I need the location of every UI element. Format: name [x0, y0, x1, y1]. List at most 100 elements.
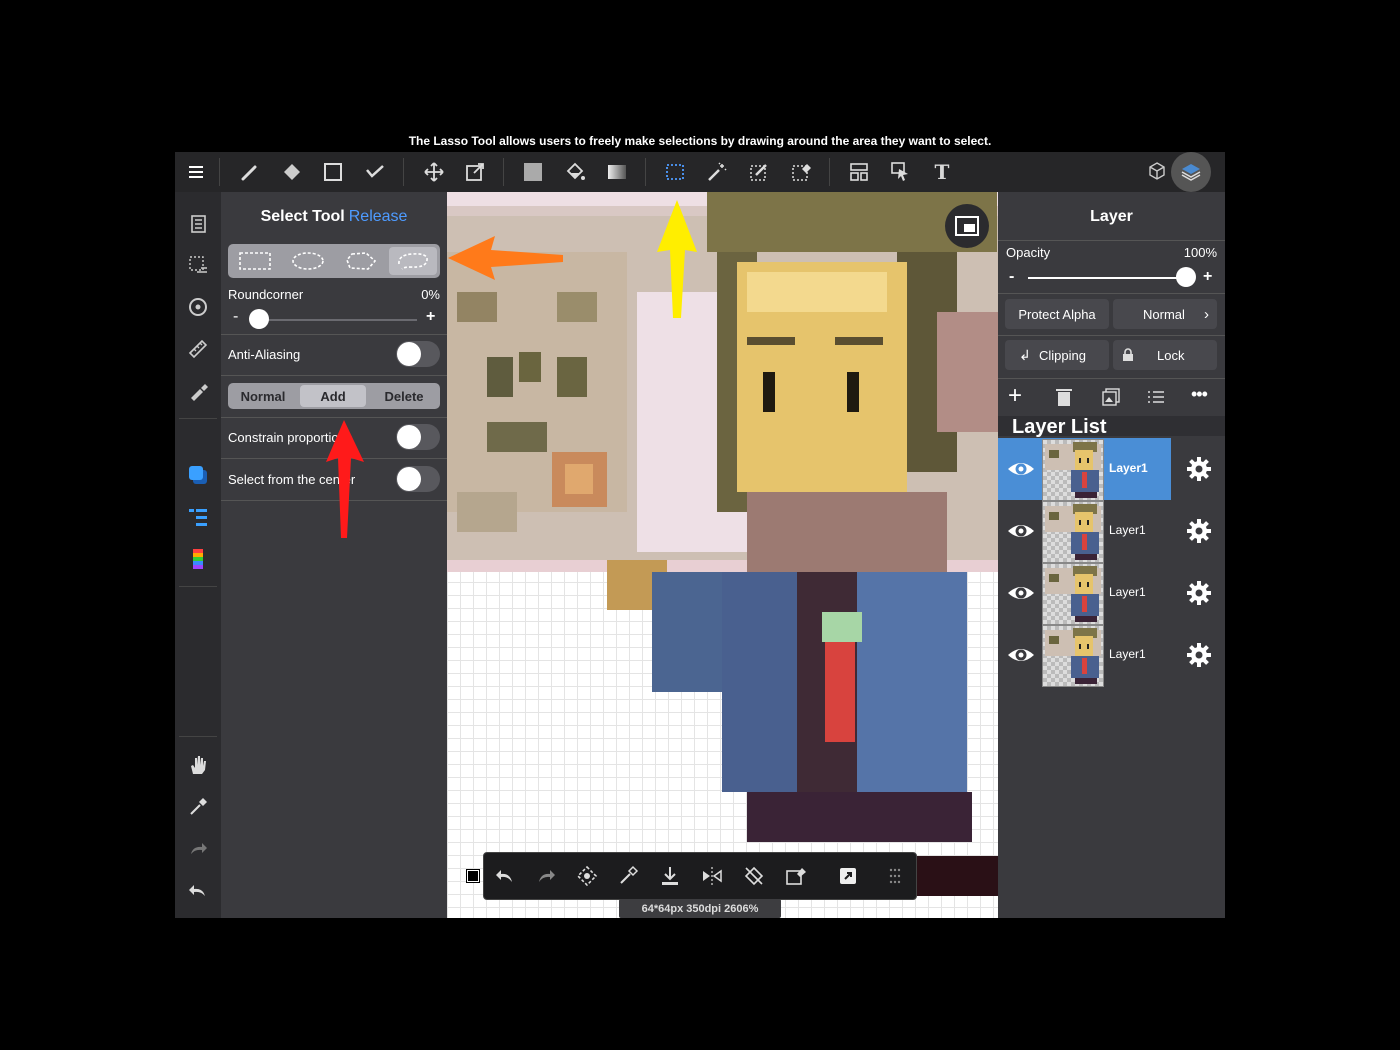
selection-layer-icon[interactable] [183, 250, 213, 280]
roundcorner-slider-knob[interactable] [249, 309, 269, 329]
protect-alpha-button[interactable]: Protect Alpha [1005, 299, 1109, 329]
release-button[interactable]: Release [349, 208, 408, 225]
layer-thumbnail[interactable] [1042, 625, 1104, 687]
layer-list-icon[interactable] [183, 208, 213, 238]
current-color-swatch[interactable] [466, 869, 480, 883]
clipping-button[interactable]: ↲ Clipping [1005, 340, 1109, 370]
mode-add-button[interactable]: Add [300, 385, 366, 407]
roundcorner-plus-button[interactable]: + [426, 308, 435, 326]
opacity-plus-button[interactable]: + [1203, 268, 1212, 286]
visibility-eye-icon[interactable] [1006, 518, 1036, 544]
rotate-lock-icon[interactable] [739, 861, 769, 891]
opacity-minus-button[interactable]: - [1009, 268, 1014, 286]
layer-row[interactable]: Layer1 [998, 624, 1225, 687]
gear-icon[interactable] [1186, 642, 1212, 668]
select-erase-icon[interactable] [781, 861, 811, 891]
color-icon[interactable] [183, 460, 213, 490]
rotate-view-icon[interactable] [183, 292, 213, 322]
polygon-selection-icon[interactable] [337, 247, 385, 275]
hand-icon[interactable] [183, 750, 213, 780]
layer-row[interactable]: Layer1 [998, 562, 1225, 625]
opacity-label: Opacity [1006, 245, 1051, 260]
magic-wand-icon[interactable] [701, 156, 733, 188]
roundcorner-value: 0% [421, 287, 440, 302]
redo-icon[interactable] [183, 834, 213, 864]
share-icon[interactable] [833, 861, 863, 891]
grid-handle-icon[interactable] [880, 861, 910, 891]
undo-icon[interactable] [490, 861, 520, 891]
ruler-icon[interactable] [183, 334, 213, 364]
filter-icon[interactable] [843, 156, 875, 188]
bucket-icon[interactable] [559, 156, 591, 188]
ellipse-selection-icon[interactable] [284, 247, 332, 275]
tutorial-caption: The Lasso Tool allows users to freely ma… [408, 134, 992, 148]
layer-image-icon[interactable] [1102, 388, 1120, 406]
visibility-eye-icon[interactable] [1006, 642, 1036, 668]
visibility-eye-icon[interactable] [1006, 456, 1036, 482]
select-eraser-icon[interactable] [785, 156, 817, 188]
eraser-icon[interactable] [276, 156, 308, 188]
constrain-proportions-toggle[interactable] [396, 424, 440, 450]
rectangle-icon[interactable] [317, 156, 349, 188]
menu-icon[interactable] [180, 156, 212, 188]
layer-row[interactable]: Layer1 [998, 438, 1225, 501]
gradient-icon[interactable] [601, 156, 633, 188]
gear-icon[interactable] [1186, 518, 1212, 544]
layer-row[interactable]: Layer1 [998, 500, 1225, 563]
annotation-arrows [448, 200, 697, 318]
anti-aliasing-toggle[interactable] [396, 341, 440, 367]
add-layer-icon[interactable]: + [1008, 384, 1022, 408]
left-sidebar [175, 192, 221, 918]
stroke-correction-icon[interactable] [183, 376, 213, 406]
roundcorner-slider-track[interactable] [251, 319, 417, 321]
layer-panel-title: Layer [1090, 208, 1133, 225]
lasso-selection-icon[interactable] [389, 247, 437, 275]
opacity-slider-knob[interactable] [1176, 267, 1196, 287]
mode-delete-button[interactable]: Delete [370, 385, 438, 407]
layer-name: Layer1 [1109, 585, 1146, 599]
pointer-icon[interactable] [885, 156, 917, 188]
layer-thumbnail[interactable] [1042, 501, 1104, 563]
transform-select-icon[interactable] [572, 861, 602, 891]
flip-icon[interactable] [697, 861, 727, 891]
top-toolbar: T [175, 152, 1225, 192]
brush-icon[interactable] [234, 156, 266, 188]
mode-normal-button[interactable]: Normal [230, 385, 296, 407]
roundcorner-minus-button[interactable]: - [233, 308, 238, 326]
eyedropper-icon[interactable] [613, 861, 643, 891]
select-from-center-toggle[interactable] [396, 466, 440, 492]
opacity-slider-track[interactable] [1028, 277, 1188, 279]
select-rect-icon[interactable] [659, 156, 691, 188]
rect-selection-icon[interactable] [231, 247, 279, 275]
layer-thumbnail[interactable] [1042, 439, 1104, 501]
select-pen-icon[interactable] [743, 156, 775, 188]
drawing-canvas[interactable] [447, 192, 998, 918]
eyedropper-icon[interactable] [183, 792, 213, 822]
text-icon[interactable]: T [926, 156, 958, 188]
brush-list-icon[interactable] [183, 502, 213, 532]
opacity-value: 100% [1183, 245, 1217, 260]
transform-icon[interactable] [459, 156, 491, 188]
fill-color-icon[interactable] [517, 156, 549, 188]
reference-window-icon[interactable] [945, 204, 989, 248]
layers-icon[interactable] [1171, 152, 1211, 192]
blend-mode-button[interactable]: Normal › [1113, 299, 1217, 329]
undo-icon[interactable] [183, 876, 213, 906]
material-icon[interactable] [1141, 156, 1173, 188]
layer-list-icon[interactable] [1147, 390, 1165, 404]
check-icon[interactable] [359, 156, 391, 188]
download-icon[interactable] [655, 861, 685, 891]
gear-icon[interactable] [1186, 456, 1212, 482]
anti-aliasing-label: Anti-Aliasing [228, 347, 301, 362]
trash-icon[interactable] [1056, 388, 1072, 406]
select-tool-panel: Select Tool Release Roundcorner 0% - + An… [221, 192, 447, 918]
gear-icon[interactable] [1186, 580, 1212, 606]
more-icon[interactable]: ••• [1191, 384, 1208, 405]
visibility-eye-icon[interactable] [1006, 580, 1036, 606]
redo-icon[interactable] [531, 861, 561, 891]
lock-button[interactable]: Lock [1113, 340, 1217, 370]
move-icon[interactable] [418, 156, 450, 188]
layer-thumbnail[interactable] [1042, 563, 1104, 625]
palette-icon[interactable] [183, 544, 213, 574]
chevron-right-icon: › [1204, 305, 1209, 323]
